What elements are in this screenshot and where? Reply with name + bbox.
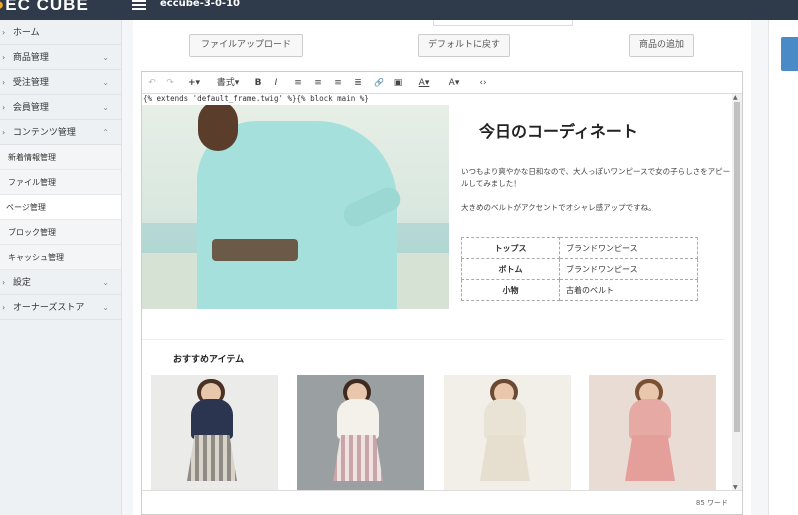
bullet-icon: › <box>2 303 6 312</box>
bullet-icon: › <box>2 78 6 87</box>
file-upload-button[interactable]: ファイルアップロード <box>189 34 303 57</box>
chevron-down-icon: ⌄ <box>102 278 109 287</box>
panel-top-edge <box>433 20 573 26</box>
twig-code-line: {% extends 'default_frame.twig' %}{% blo… <box>143 94 369 103</box>
recommended-item-photo <box>297 375 424 491</box>
sidebar-item-label: コンテンツ管理 <box>12 128 76 138</box>
justify-icon[interactable]: ≣ <box>352 72 364 94</box>
sidebar-item-label: ホーム <box>12 28 40 38</box>
font-color-button[interactable]: A▾ <box>414 72 434 94</box>
wysiwyg-editor: ↶ ↷ +▾ 書式▾ B I ≡ ≡ ≡ ≣ 🔗 ▣ A▾ A▾ ‹› {% e… <box>141 71 743 515</box>
chevron-down-icon: ⌄ <box>102 303 109 312</box>
right-side-panel <box>768 20 798 515</box>
bullet-icon: › <box>2 278 6 287</box>
page-editor-panel: ファイルアップロード デフォルトに戻す 商品の追加 ↶ ↷ +▾ 書式▾ B I… <box>133 20 751 515</box>
sidebar-item-label: 設定 <box>12 278 31 288</box>
top-header: ●EC CUBE eccube-3-0-10 <box>0 0 798 20</box>
link-icon[interactable]: 🔗 <box>372 72 386 94</box>
restore-default-button[interactable]: デフォルトに戻す <box>418 34 510 57</box>
sidebar-item-products[interactable]: › 商品管理 ⌄ <box>0 45 121 70</box>
bold-button[interactable]: B <box>252 72 264 94</box>
article-title: 今日のコーディネート <box>479 122 638 141</box>
hero-photo <box>142 105 449 309</box>
scrollbar-thumb[interactable] <box>734 102 740 432</box>
sidebar-item-label: 受注管理 <box>12 78 49 88</box>
chevron-down-icon: ⌄ <box>102 78 109 87</box>
table-header-cell: 小物 <box>461 279 560 301</box>
undo-icon[interactable]: ↶ <box>146 72 158 94</box>
background-color-button[interactable]: A▾ <box>444 72 464 94</box>
editor-scrollbar[interactable]: ▲ ▼ <box>732 94 742 491</box>
editor-statusbar: 85 ワード <box>142 490 742 514</box>
redo-icon[interactable]: ↷ <box>164 72 176 94</box>
source-code-icon[interactable]: ‹› <box>476 72 490 94</box>
add-product-button[interactable]: 商品の追加 <box>629 34 694 57</box>
sidebar-item-contents[interactable]: › コンテンツ管理 ⌃ <box>0 120 121 145</box>
sidebar-item-home[interactable]: › ホーム <box>0 20 121 45</box>
format-menu-button[interactable]: 書式▾ <box>214 72 242 94</box>
sidebar: › ホーム › 商品管理 ⌄ › 受注管理 ⌄ › 会員管理 ⌄ › コンテンツ管理 ⌃… <box>0 20 122 515</box>
app-logo[interactable]: ●EC CUBE <box>0 0 89 15</box>
sidebar-sub-pages[interactable]: ページ管理 <box>0 195 121 220</box>
article-paragraph: 大きめのベルトがアクセントでオシャレ感アップですね。 <box>461 203 656 212</box>
table-header-cell: トップス <box>461 237 560 259</box>
align-center-icon[interactable]: ≡ <box>312 72 324 94</box>
save-button[interactable] <box>781 37 798 71</box>
chevron-down-icon: ⌄ <box>102 53 109 62</box>
image-icon[interactable]: ▣ <box>392 72 404 94</box>
article-paragraph: いつもより爽やかな日和なので、大人っぽいワンピースで女の子らしさをアピールしてみ… <box>461 167 731 188</box>
table-row: ボトム ブランドワンピース <box>461 258 698 280</box>
italic-button[interactable]: I <box>270 72 282 94</box>
align-left-icon[interactable]: ≡ <box>292 72 304 94</box>
recommended-item-photo <box>444 375 571 491</box>
table-header-cell: ボトム <box>461 258 560 280</box>
insert-menu-button[interactable]: +▾ <box>184 72 204 94</box>
site-name: eccube-3-0-10 <box>160 0 240 9</box>
table-row: トップス ブランドワンピース <box>461 237 698 259</box>
bullet-icon: › <box>2 53 6 62</box>
editor-content[interactable]: {% extends 'default_frame.twig' %}{% blo… <box>142 94 734 491</box>
recommended-heading: おすすめアイテム <box>173 355 245 365</box>
table-cell: ブランドワンピース <box>559 237 698 259</box>
bullet-icon: › <box>2 103 6 112</box>
table-row: 小物 古着のベルト <box>461 279 698 301</box>
bullet-icon: › <box>2 128 6 137</box>
recommended-item-photo <box>151 375 278 491</box>
recommended-item-photo <box>589 375 716 491</box>
sidebar-item-label: オーナーズストア <box>12 303 85 313</box>
sidebar-item-orders[interactable]: › 受注管理 ⌄ <box>0 70 121 95</box>
chevron-up-icon: ⌃ <box>102 128 109 137</box>
table-cell: 古着のベルト <box>559 279 698 301</box>
sidebar-sub-blocks[interactable]: ブロック管理 <box>0 220 121 245</box>
sidebar-item-owners-store[interactable]: › オーナーズストア ⌄ <box>0 295 121 320</box>
table-cell: ブランドワンピース <box>559 258 698 280</box>
sidebar-item-settings[interactable]: › 設定 ⌄ <box>0 270 121 295</box>
word-count: 85 ワード <box>695 499 728 507</box>
sidebar-item-label: 商品管理 <box>12 53 49 63</box>
scroll-up-icon[interactable]: ▲ <box>733 94 738 101</box>
sidebar-item-members[interactable]: › 会員管理 ⌄ <box>0 95 121 120</box>
bullet-icon: › <box>2 28 6 37</box>
sidebar-item-label: 会員管理 <box>12 103 49 113</box>
menu-toggle-icon[interactable] <box>132 0 146 10</box>
editor-toolbar: ↶ ↷ +▾ 書式▾ B I ≡ ≡ ≡ ≣ 🔗 ▣ A▾ A▾ ‹› <box>142 72 742 94</box>
outfit-table: トップス ブランドワンピース ボトム ブランドワンピース 小物 古着のベルト <box>461 237 698 301</box>
divider <box>142 339 724 340</box>
sidebar-sub-cache[interactable]: キャッシュ管理 <box>0 245 121 270</box>
chevron-down-icon: ⌄ <box>102 103 109 112</box>
align-right-icon[interactable]: ≡ <box>332 72 344 94</box>
sidebar-sub-files[interactable]: ファイル管理 <box>0 170 121 195</box>
sidebar-sub-news[interactable]: 新着情報管理 <box>0 145 121 170</box>
